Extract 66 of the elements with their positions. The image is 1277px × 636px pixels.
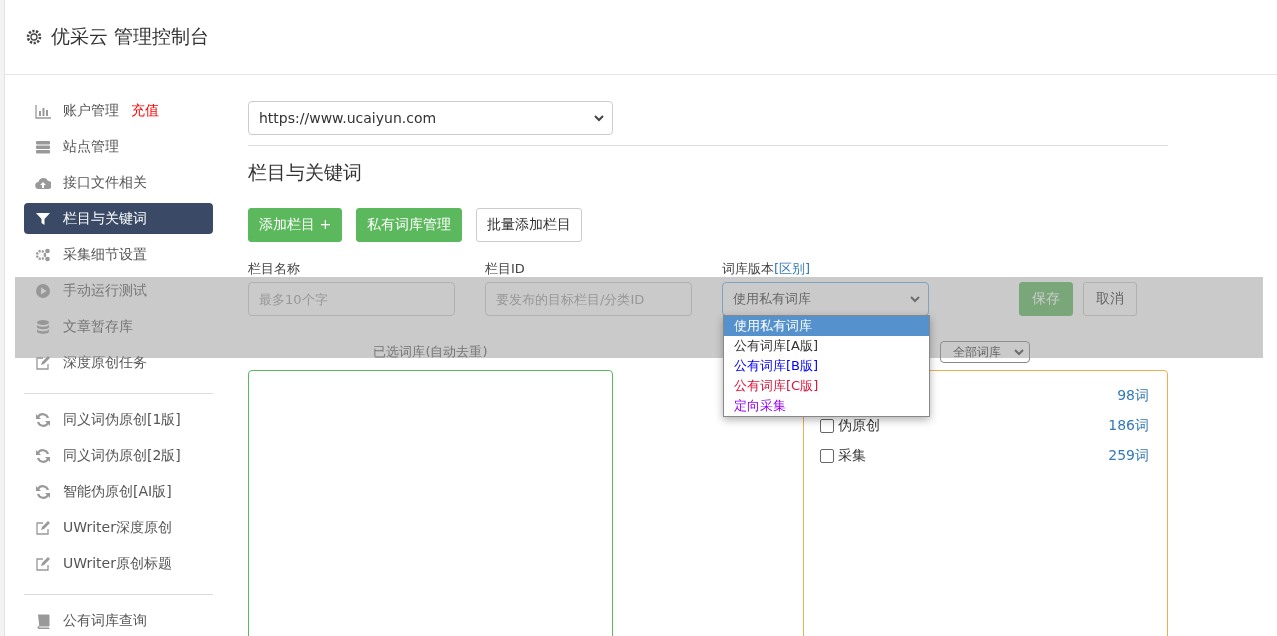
- sidebar-label: 手动运行测试: [63, 281, 147, 300]
- sidebar-label: 同义词伪原创[2版]: [63, 446, 181, 465]
- sidebar-label: 同义词伪原创[1版]: [63, 410, 181, 429]
- sidebar-item[interactable]: 栏目与关键词: [24, 203, 213, 234]
- edit-icon: [35, 555, 51, 572]
- library-checkbox[interactable]: [820, 418, 834, 433]
- console-title: 优采云 管理控制台: [51, 24, 210, 49]
- sidebar-label: 公有词库查询: [63, 611, 147, 630]
- edit-icon: [35, 354, 51, 371]
- sidebar-item[interactable]: UWriter原创标题: [24, 548, 213, 579]
- sidebar-item[interactable]: 同义词伪原创[2版]: [24, 440, 213, 471]
- play-icon: [35, 282, 51, 299]
- version-select[interactable]: 使用私有词库: [722, 282, 929, 316]
- sidebar-item[interactable]: 智能伪原创[AI版]: [24, 476, 213, 507]
- dropdown-option[interactable]: 公有词库[A版]: [724, 336, 929, 356]
- sidebar-item[interactable]: 公有词库查询: [24, 605, 213, 636]
- sidebar-item[interactable]: UWriter深度原创: [24, 512, 213, 543]
- refresh-icon: [35, 447, 51, 464]
- library-label: 采集: [838, 446, 866, 465]
- dropdown-option[interactable]: 公有词库[C版]: [724, 376, 929, 396]
- book-icon: [35, 612, 51, 629]
- library-filter-select[interactable]: 全部词库: [940, 341, 1030, 363]
- dropdown-option[interactable]: 定向采集: [724, 396, 929, 416]
- section-title: 栏目与关键词: [248, 160, 363, 185]
- selected-libraries-title: 已选词库(自动去重): [372, 343, 489, 361]
- sidebar-item[interactable]: 深度原创任务: [24, 347, 213, 378]
- site-select[interactable]: https://www.ucaiyun.com: [248, 101, 613, 135]
- action-button[interactable]: 批量添加栏目: [476, 208, 583, 242]
- refresh-icon: [35, 411, 51, 428]
- sidebar-item[interactable]: 同义词伪原创[1版]: [24, 404, 213, 435]
- refresh-icon: [35, 483, 51, 500]
- field-label: 词库版本[区别]: [722, 260, 812, 278]
- library-label: 伪原创: [838, 416, 880, 435]
- sidebar-label: 文章暂存库: [63, 317, 133, 336]
- sidebar-label: 接口文件相关: [63, 173, 147, 192]
- recharge-link[interactable]: 充值: [131, 101, 159, 120]
- bar-chart-icon: [35, 102, 51, 119]
- sidebar-label: 栏目与关键词: [63, 209, 147, 228]
- server-icon: [35, 138, 51, 155]
- sidebar-label: 采集细节设置: [63, 245, 147, 264]
- word-count: 259词: [1108, 446, 1149, 465]
- library-checkbox[interactable]: [820, 448, 834, 463]
- sidebar-label: 深度原创任务: [63, 353, 147, 372]
- sidebar-label: UWriter深度原创: [63, 518, 172, 537]
- sidebar-label: 智能伪原创[AI版]: [63, 482, 172, 501]
- sidebar-label: UWriter原创标题: [63, 554, 172, 573]
- sidebar-item[interactable]: 接口文件相关: [24, 167, 213, 198]
- edit-icon: [35, 519, 51, 536]
- difference-link[interactable]: [区别]: [774, 261, 811, 276]
- database-icon: [35, 318, 51, 335]
- caret-icon: [594, 114, 604, 122]
- word-count: 186词: [1108, 416, 1149, 435]
- sidebar-label: 账户管理: [63, 101, 119, 120]
- field-label: 栏目ID: [485, 260, 526, 278]
- sidebar-item[interactable]: 账户管理 充值: [24, 95, 213, 126]
- caret-icon: [1014, 348, 1024, 356]
- field-label: 栏目名称: [248, 260, 301, 278]
- sidebar-label: 站点管理: [63, 137, 119, 156]
- settings-icon: [25, 28, 43, 46]
- sidebar-item[interactable]: 采集细节设置: [24, 239, 213, 270]
- filter-icon: [35, 210, 51, 227]
- sidebar-item[interactable]: 站点管理: [24, 131, 213, 162]
- dropdown-option[interactable]: 公有词库[B版]: [724, 356, 929, 376]
- word-count: 98词: [1117, 386, 1149, 405]
- cancel-button[interactable]: 取消: [1083, 282, 1137, 316]
- caret-icon: [910, 295, 920, 303]
